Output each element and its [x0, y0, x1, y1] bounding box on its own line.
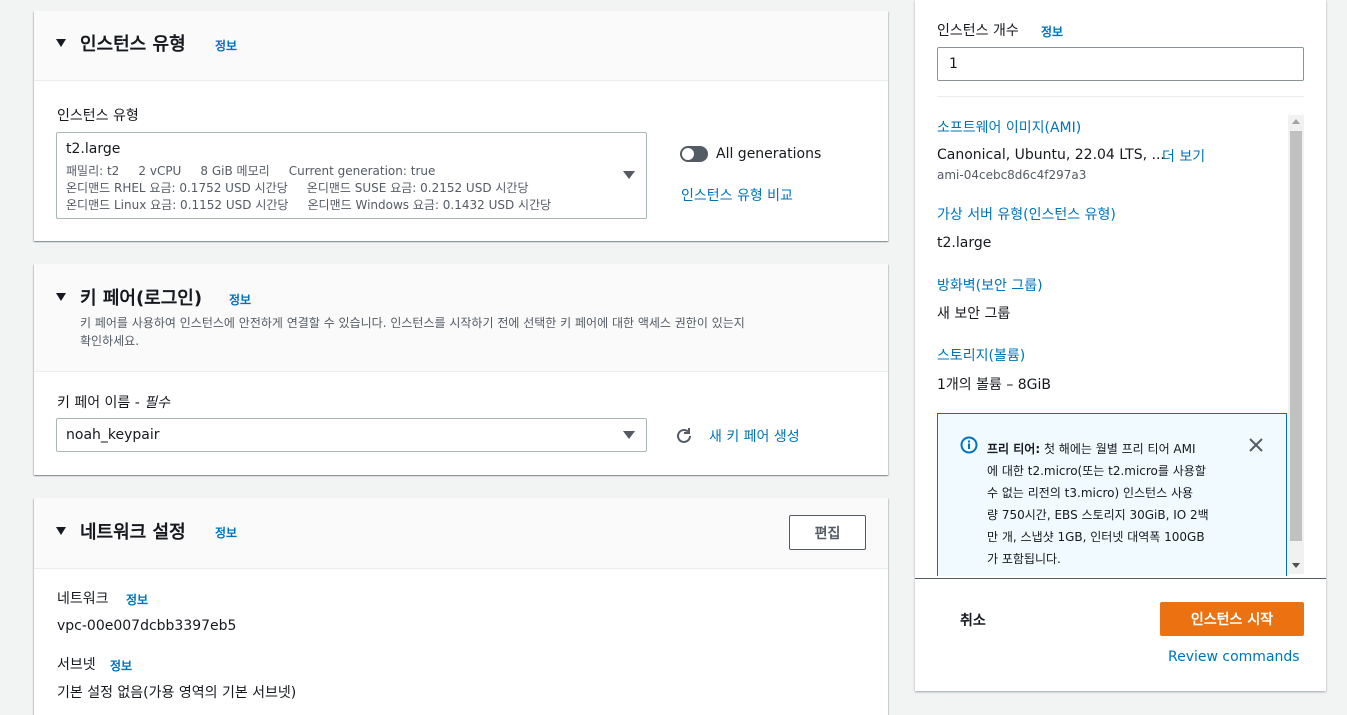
- free-tier-line: 만 개, 스냅샷 1GB, 인터넷 대역폭 100GB: [987, 530, 1205, 544]
- create-key-pair-link[interactable]: 새 키 페어 생성: [709, 426, 800, 446]
- section-title: 인스턴스 유형: [80, 34, 186, 55]
- divider: [937, 96, 1304, 97]
- network-value: vpc-00e007dcbb3397eb5: [57, 618, 237, 634]
- info-circle-icon: [960, 436, 978, 454]
- info-link[interactable]: 정보: [126, 591, 148, 608]
- network-label: 네트워크: [57, 591, 109, 607]
- info-link[interactable]: 정보: [110, 657, 132, 674]
- info-link[interactable]: 정보: [1041, 23, 1063, 40]
- free-tier-title: 프리 티어:: [987, 442, 1041, 456]
- scrollbar-thumb[interactable]: [1290, 131, 1302, 541]
- ami-value: Canonical, Ubuntu, 22.04 LTS, ...: [937, 147, 1165, 163]
- free-tier-alert: 프리 티어: 첫 해에는 월별 프리 티어 AMI 에 대한 t2.micro(…: [937, 413, 1287, 576]
- edit-button[interactable]: 편집: [789, 515, 866, 550]
- key-pair-header[interactable]: 키 페어(로그인) 정보 키 페어를 사용하여 인스턴스에 안전하게 연결할 수…: [34, 264, 888, 372]
- dropdown-arrow-icon: [623, 171, 635, 179]
- instance-count-value: 1: [949, 56, 958, 72]
- free-tier-line: 에 대한 t2.micro(또는 t2.micro를 사용할: [987, 464, 1206, 478]
- required-text: 필수: [144, 395, 171, 411]
- dropdown-arrow-icon: [623, 431, 635, 439]
- key-pair-panel: 키 페어(로그인) 정보 키 페어를 사용하여 인스턴스에 안전하게 연결할 수…: [34, 264, 888, 475]
- summary-footer-divider: [915, 578, 1326, 579]
- selected-instance-type: t2.large: [66, 141, 121, 157]
- ami-more-link[interactable]: 더 보기: [1162, 146, 1205, 166]
- ami-id: ami-04cebc8d6c4f297a3: [937, 168, 1087, 182]
- scrollbar[interactable]: [1288, 115, 1304, 574]
- free-tier-text: 프리 티어: 첫 해에는 월별 프리 티어 AMI 에 대한 t2.micro(…: [987, 438, 1209, 570]
- summary-scroll-area: 소프트웨어 이미지(AMI) Canonical, Ubuntu, 22.04 …: [915, 114, 1305, 576]
- field-label: 키 페어 이름 - 필수: [57, 392, 170, 412]
- free-tier-line: 프리 티어: 첫 해에는 월별 프리 티어 AMI: [987, 438, 1209, 460]
- server-type-value: t2.large: [937, 235, 992, 251]
- close-icon[interactable]: [1247, 436, 1265, 454]
- section-description: 확인하세요.: [80, 334, 140, 348]
- free-tier-line: 수 없는 리전의 t3.micro) 인스턴스 사용: [987, 486, 1194, 500]
- key-pair-select[interactable]: noah_keypair: [56, 418, 647, 452]
- server-type-link[interactable]: 가상 서버 유형(인스턴스 유형): [937, 204, 1116, 224]
- compare-instance-types-link[interactable]: 인스턴스 유형 비교: [681, 185, 793, 205]
- field-label-text: 키 페어 이름 -: [57, 395, 145, 411]
- caret-down-icon[interactable]: [56, 39, 66, 47]
- field-label: 인스턴스 유형: [57, 108, 139, 124]
- free-tier-line: 량 750시간, EBS 스토리지 30GiB, IO 2백: [987, 508, 1209, 522]
- free-tier-line: 가 포함됩니다.: [987, 552, 1061, 566]
- cancel-button[interactable]: 취소: [960, 610, 986, 630]
- caret-down-icon[interactable]: [56, 293, 66, 301]
- selected-key-pair: noah_keypair: [66, 427, 160, 443]
- review-commands-link[interactable]: Review commands: [1168, 649, 1300, 665]
- network-settings-panel: 네트워크 설정 정보 편집 네트워크 정보 vpc-00e007dcbb3397…: [34, 498, 888, 715]
- instance-detail-line: 패밀리: t2 2 vCPU 8 GiB 메모리 Current generat…: [66, 164, 436, 178]
- section-description: 키 페어를 사용하여 인스턴스에 안전하게 연결할 수 있습니다. 인스턴스를 …: [80, 316, 745, 330]
- network-header[interactable]: 네트워크 설정 정보 편집: [34, 498, 888, 569]
- subnet-label: 서브넷: [57, 657, 96, 673]
- subnet-value: 기본 설정 없음(가용 영역의 기본 서브넷): [57, 685, 297, 701]
- ami-link[interactable]: 소프트웨어 이미지(AMI): [937, 117, 1081, 137]
- section-title: 키 페어(로그인): [80, 288, 203, 309]
- info-link[interactable]: 정보: [229, 291, 251, 308]
- free-tier-line-text: 첫 해에는 월별 프리 티어 AMI: [1040, 442, 1196, 456]
- instance-type-panel: 인스턴스 유형 정보 인스턴스 유형 t2.large 패밀리: t2 2 vC…: [34, 11, 888, 241]
- launch-instance-button[interactable]: 인스턴스 시작: [1160, 602, 1304, 636]
- firewall-link[interactable]: 방화벽(보안 그룹): [937, 275, 1043, 295]
- firewall-value: 새 보안 그룹: [937, 306, 1011, 322]
- instance-type-select[interactable]: t2.large 패밀리: t2 2 vCPU 8 GiB 메모리 Curren…: [56, 132, 647, 219]
- instance-type-header[interactable]: 인스턴스 유형 정보: [34, 11, 888, 81]
- caret-down-icon[interactable]: [56, 527, 66, 535]
- refresh-icon[interactable]: [674, 426, 694, 446]
- info-link[interactable]: 정보: [215, 524, 237, 541]
- info-link[interactable]: 정보: [215, 37, 237, 54]
- instance-pricing-line: 온디맨드 RHEL 요금: 0.1752 USD 시간당 온디맨드 SUSE 요…: [66, 181, 529, 195]
- scroll-up-arrow-icon[interactable]: [1292, 119, 1300, 124]
- toggle-label: All generations: [716, 146, 822, 162]
- section-title: 네트워크 설정: [80, 522, 186, 543]
- storage-value: 1개의 볼륨 – 8GiB: [937, 377, 1052, 393]
- scroll-down-arrow-icon[interactable]: [1292, 563, 1300, 568]
- instance-count-input[interactable]: 1: [937, 47, 1304, 81]
- storage-link[interactable]: 스토리지(볼륨): [937, 345, 1025, 365]
- instance-count-label: 인스턴스 개수: [937, 23, 1019, 39]
- summary-panel: 인스턴스 개수 정보 1 소프트웨어 이미지(AMI) Canonical, U…: [915, 0, 1326, 691]
- all-generations-toggle[interactable]: [680, 146, 708, 162]
- instance-pricing-line: 온디맨드 Linux 요금: 0.1152 USD 시간당 온디맨드 Windo…: [66, 198, 552, 212]
